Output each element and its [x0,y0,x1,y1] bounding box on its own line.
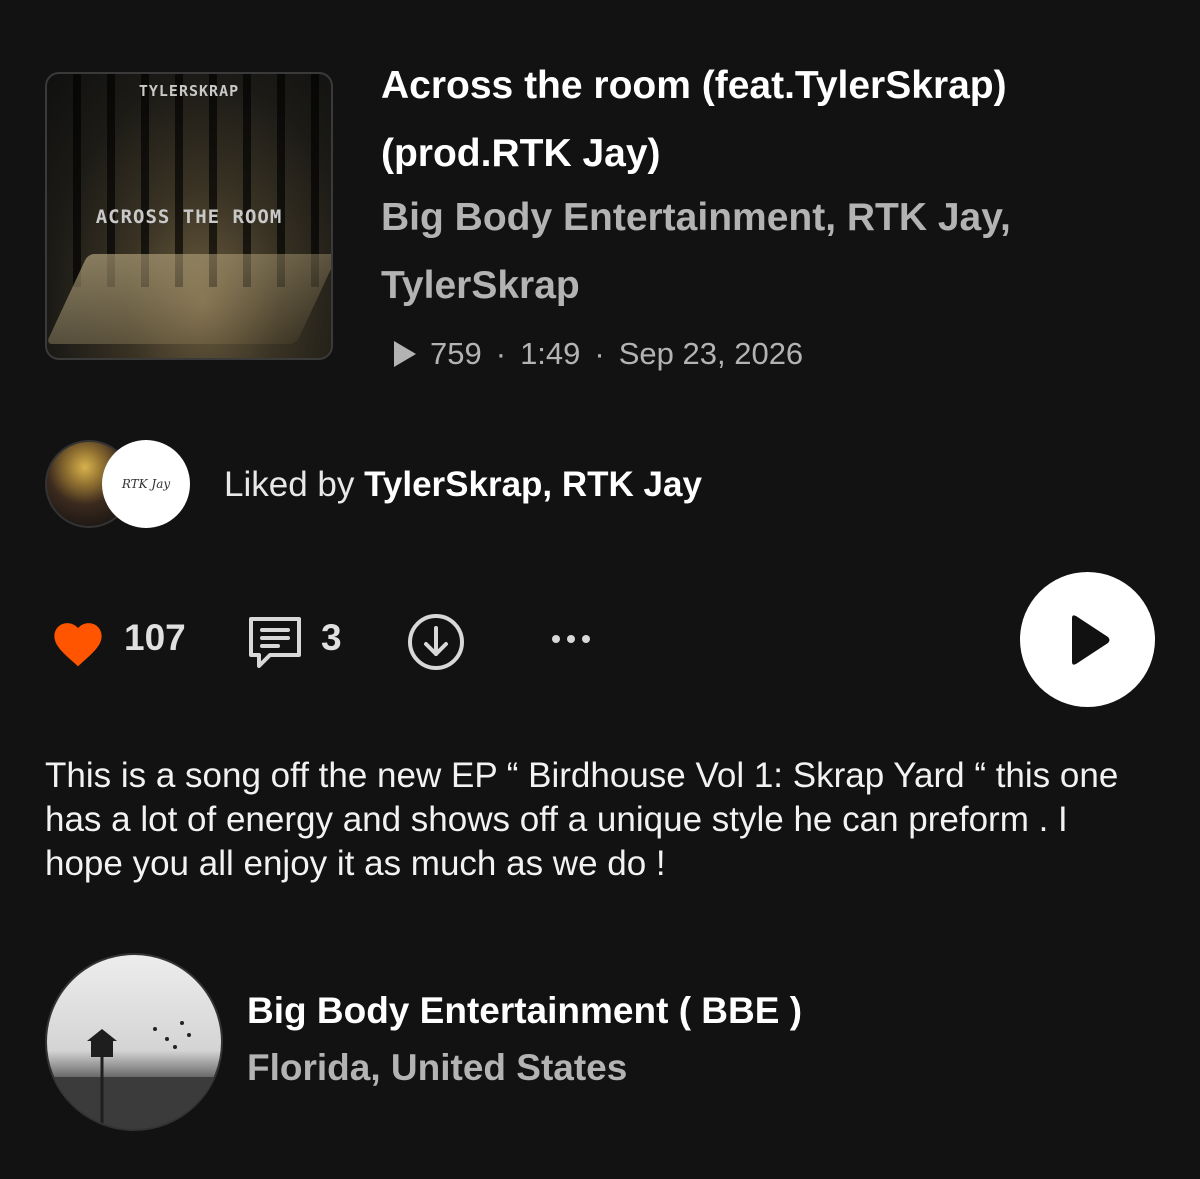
track-artists[interactable]: Big Body Entertainment, RTK Jay, TylerSk… [381,184,1041,320]
play-button[interactable] [1020,572,1155,707]
liked-by-prefix: Liked by [224,465,365,504]
heart-icon[interactable] [48,616,108,668]
artwork-top-text: TYLERSKRAP [138,82,240,100]
uploader-avatar[interactable] [45,953,223,1131]
play-icon [1071,614,1109,665]
duration: 1:49 [520,336,581,371]
track-artwork[interactable]: TYLERSKRAP ACROSS THE ROOM [45,72,333,360]
artwork-light [47,254,331,344]
more-icon[interactable] [548,626,594,652]
birdhouse-image [47,1021,221,1129]
comment-icon[interactable] [246,614,304,670]
comment-count: 3 [321,617,342,658]
download-icon[interactable] [406,612,466,672]
uploader-name[interactable]: Big Body Entertainment ( BBE ) [247,990,802,1032]
uploader-location: Florida, United States [247,1047,628,1088]
release-date: Sep 23, 2026 [618,336,804,371]
track-title: Across the room (feat.TylerSkrap) (prod.… [381,64,1007,175]
avatar-signature: RTK Jay [121,477,171,491]
liked-by-names: TylerSkrap, RTK Jay [364,465,702,504]
play-count: 759 [430,336,482,371]
track-description: This is a song off the new EP “ Birdhous… [45,756,1119,883]
separator: · [594,336,605,371]
track-meta: 759 · 1:49 · Sep 23, 2026 [394,334,803,374]
liker-avatar-rtk-jay[interactable]: RTK Jay [102,440,190,528]
like-count: 107 [124,617,186,658]
liked-by-text[interactable]: Liked by TylerSkrap, RTK Jay [224,462,702,508]
play-count-icon [394,341,416,367]
separator: · [495,336,507,371]
artwork-title-text: ACROSS THE ROOM [95,206,283,228]
heart-shape [54,623,102,667]
